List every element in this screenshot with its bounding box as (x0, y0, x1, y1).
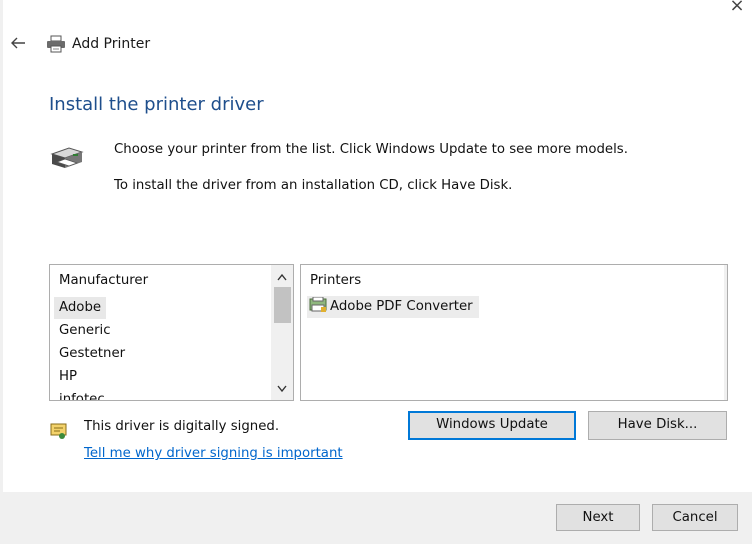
signing-status: This driver is digitally signed. (84, 419, 280, 434)
scrollbar-thumb[interactable] (274, 287, 291, 323)
list-item[interactable]: infotec (54, 389, 110, 400)
page-heading: Install the printer driver (49, 94, 264, 115)
printers-scrollbar (724, 265, 727, 400)
driver-signing-link[interactable]: Tell me why driver signing is important (84, 446, 343, 461)
description-line-1: Choose your printer from the list. Click… (114, 142, 628, 157)
printer-icon (46, 35, 66, 53)
printers-list-header: Printers (310, 273, 362, 288)
window-title: Add Printer (72, 36, 151, 52)
back-arrow-icon[interactable] (9, 34, 27, 52)
printer-large-icon (49, 142, 85, 174)
manufacturer-list-header: Manufacturer (59, 273, 149, 288)
cancel-button[interactable]: Cancel (652, 504, 738, 531)
list-item[interactable]: Adobe PDF Converter (307, 296, 479, 318)
manufacturer-scrollbar[interactable] (271, 265, 293, 400)
printer-driver-icon (309, 296, 327, 313)
printers-list[interactable]: Printers Adobe PDF Converter (300, 264, 728, 401)
have-disk-button[interactable]: Have Disk... (588, 411, 727, 440)
signed-certificate-icon (49, 421, 69, 441)
close-icon[interactable]: × (726, 0, 748, 16)
printer-item-label: Adobe PDF Converter (330, 299, 473, 314)
next-button[interactable]: Next (556, 504, 640, 531)
window-left-edge (0, 0, 3, 544)
list-item[interactable]: Adobe (54, 297, 107, 319)
list-item[interactable]: HP (54, 366, 82, 388)
manufacturer-list[interactable]: Manufacturer Adobe Generic Gestetner HP … (49, 264, 294, 401)
scroll-up-icon[interactable] (271, 267, 293, 287)
scroll-down-icon[interactable] (271, 378, 293, 398)
windows-update-button[interactable]: Windows Update (408, 411, 576, 440)
description-line-2: To install the driver from an installati… (114, 178, 513, 193)
list-item[interactable]: Generic (54, 320, 116, 342)
list-item[interactable]: Gestetner (54, 343, 130, 365)
